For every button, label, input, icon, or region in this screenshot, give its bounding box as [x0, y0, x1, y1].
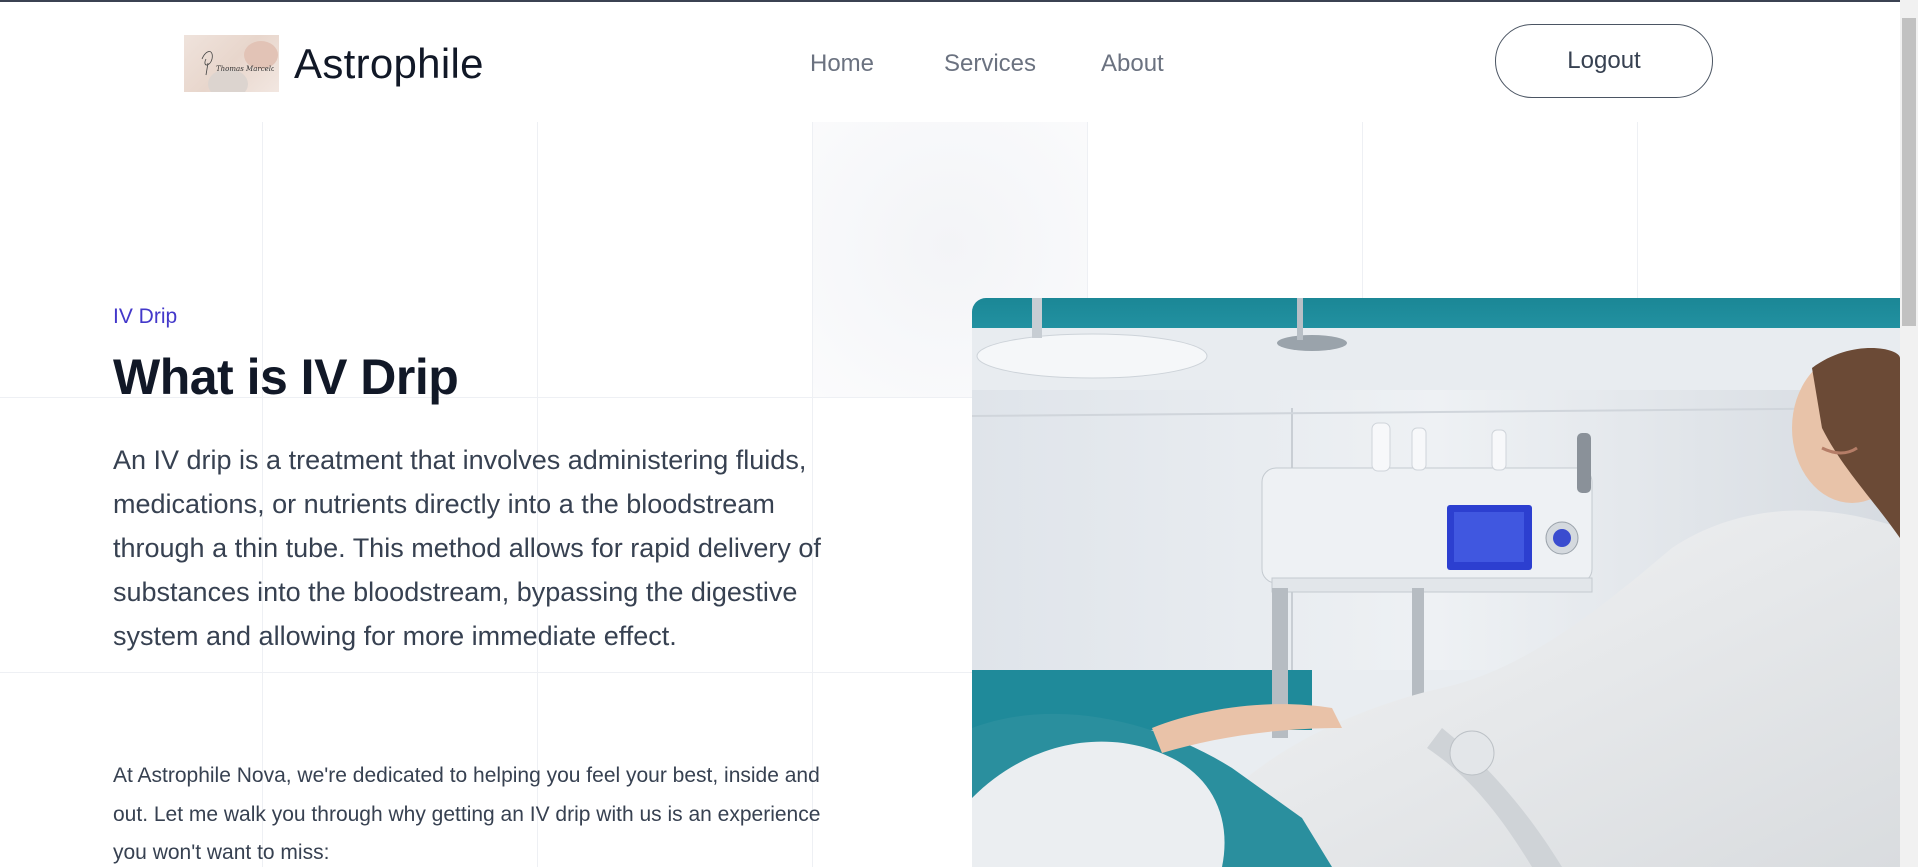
- lead-paragraph: An IV drip is a treatment that involves …: [113, 445, 821, 651]
- site-header: Thomas Marcelo Astrophile Home Services …: [0, 2, 1900, 122]
- scrollbar-thumb[interactable]: [1902, 18, 1916, 326]
- page: Thomas Marcelo Astrophile Home Services …: [0, 0, 1918, 867]
- body-paragraph: At Astrophile Nova, we're dedicated to h…: [113, 764, 821, 864]
- section-eyebrow: IV Drip: [113, 305, 178, 328]
- brand-logo-image[interactable]: Thomas Marcelo: [184, 35, 279, 92]
- hero-image: [972, 298, 1900, 867]
- vertical-scrollbar[interactable]: [1900, 0, 1918, 867]
- logout-button[interactable]: Logout: [1495, 24, 1713, 98]
- nav-link-services[interactable]: Services: [944, 50, 1036, 78]
- logo-text: Thomas Marcelo: [216, 65, 274, 73]
- woman-relaxing-iv-clinic-photo: [972, 298, 1900, 867]
- nav-link-about[interactable]: About: [1101, 50, 1164, 78]
- nav-link-home[interactable]: Home: [810, 50, 874, 78]
- brand-name[interactable]: Astrophile: [294, 40, 484, 88]
- page-title: What is IV Drip: [113, 349, 459, 405]
- signature-icon: Thomas Marcelo: [201, 51, 274, 76]
